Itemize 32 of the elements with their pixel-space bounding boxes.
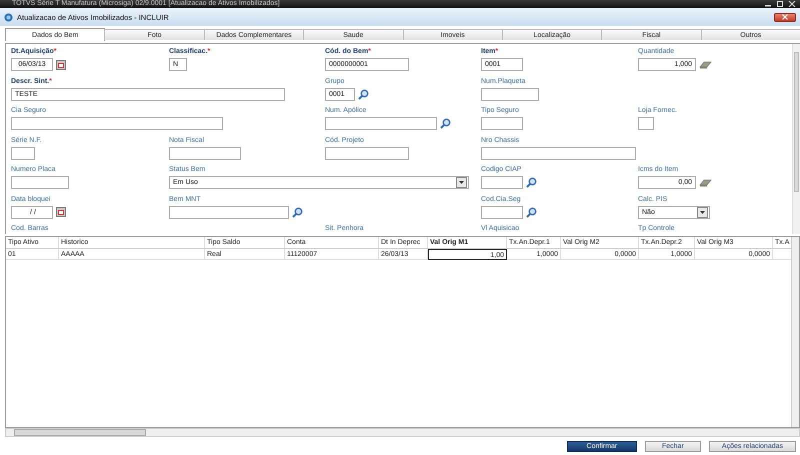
- calculator-icon[interactable]: [699, 60, 712, 68]
- input-field[interactable]: [169, 206, 289, 218]
- input-field[interactable]: [11, 117, 223, 130]
- input-field[interactable]: [481, 206, 523, 218]
- input-field[interactable]: [11, 176, 69, 189]
- input-field[interactable]: [481, 146, 636, 160]
- search-icon[interactable]: [358, 88, 369, 100]
- globe-icon: [4, 12, 13, 22]
- close-icon[interactable]: [788, 1, 796, 7]
- close-button[interactable]: [774, 12, 796, 22]
- caret-icon: [700, 210, 705, 214]
- caret-icon: [459, 181, 464, 184]
- input-field[interactable]: [481, 88, 539, 100]
- input-field[interactable]: [481, 117, 523, 130]
- input-field[interactable]: [481, 176, 523, 189]
- search-icon[interactable]: [292, 206, 303, 218]
- close-icon: [782, 14, 788, 20]
- input-field[interactable]: [169, 146, 241, 160]
- input-field[interactable]: [325, 117, 437, 130]
- search-icon[interactable]: [526, 206, 537, 218]
- scrollbar[interactable]: [791, 237, 799, 427]
- maximize-icon[interactable]: [776, 1, 784, 7]
- calendar-icon[interactable]: [56, 60, 66, 70]
- calendar-icon[interactable]: [56, 207, 66, 217]
- input-field[interactable]: [638, 117, 654, 130]
- search-icon[interactable]: [526, 177, 537, 188]
- input-field[interactable]: [325, 146, 409, 160]
- search-icon[interactable]: [440, 118, 451, 129]
- scrollbar[interactable]: [5, 428, 800, 437]
- input-field[interactable]: [11, 146, 35, 160]
- calculator-icon[interactable]: [699, 178, 712, 186]
- scrollbar[interactable]: [792, 44, 800, 234]
